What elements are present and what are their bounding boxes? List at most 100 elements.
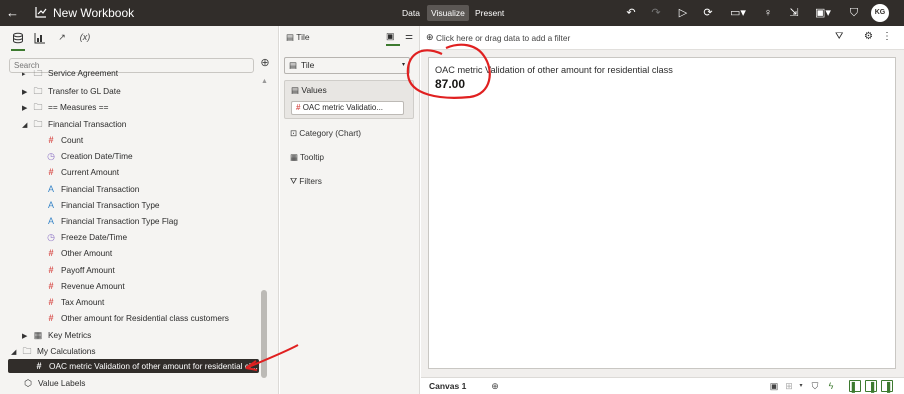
tree-folder-my-calculations[interactable]: ◢ 🗀 My Calculations bbox=[11, 344, 96, 358]
values-icon: ▤ bbox=[291, 85, 300, 95]
tree-folder-measures[interactable]: ▶ 🗀 == Measures == bbox=[22, 100, 108, 114]
filter-icon: ⛛ bbox=[290, 176, 297, 186]
tree-folder-truncated[interactable]: ▸ 🗀 Service Agreement bbox=[22, 70, 118, 78]
metric-title: OAC metric Validation of other amount fo… bbox=[435, 65, 673, 75]
tree-field-label: Other amount for Residential class custo… bbox=[61, 313, 229, 324]
tree-field-label: Other Amount bbox=[61, 248, 113, 259]
tree-field-label: Financial Transaction bbox=[61, 183, 140, 194]
date-time-icon: ◷ bbox=[47, 151, 55, 162]
tile-header: ▤ Tile bbox=[286, 32, 310, 42]
viz-type-icon[interactable]: ▣ bbox=[386, 31, 395, 42]
tile-viz-icon: ▤ bbox=[286, 32, 295, 42]
bookmark-icon[interactable]: ⛉ bbox=[846, 5, 862, 21]
tree-field-label: Freeze Date/Time bbox=[61, 232, 128, 243]
mode-visualize-tab[interactable]: Visualize bbox=[427, 5, 469, 21]
top-bar: ← New Workbook Data Visualize Present ↶ … bbox=[0, 0, 904, 26]
tree-field-item[interactable]: ◷ Freeze Date/Time bbox=[45, 230, 127, 244]
values-chip[interactable]: # OAC metric Validatio... bbox=[291, 101, 404, 115]
tooltip-drop-zone[interactable]: ▦ Tooltip bbox=[290, 152, 324, 164]
tag-icon: ⬡ bbox=[24, 378, 32, 388]
tree-folder-transfer[interactable]: ▶ 🗀 Transfer to GL Date bbox=[22, 84, 121, 98]
undo-icon[interactable]: ↶ bbox=[623, 5, 639, 21]
canvas-tab[interactable]: Canvas 1 bbox=[429, 381, 466, 391]
data-icon[interactable] bbox=[11, 32, 25, 51]
panel-left-icon[interactable]: ▌ bbox=[849, 380, 861, 392]
tree-field-item[interactable]: ◷ Creation Date/Time bbox=[45, 149, 133, 163]
avatar[interactable]: KG bbox=[871, 4, 889, 22]
expand-caret-icon[interactable]: ▶ bbox=[22, 102, 32, 116]
measure-icon: # bbox=[48, 135, 54, 145]
add-data-icon[interactable]: ⊕ bbox=[259, 58, 271, 70]
folder-icon: 🗀 bbox=[22, 346, 32, 356]
filter-placeholder[interactable]: Click here or drag data to add a filter bbox=[436, 33, 570, 43]
auto-layout-icon[interactable]: ▣ bbox=[768, 380, 780, 392]
tree-field-label: Tax Amount bbox=[61, 297, 105, 307]
redo-icon[interactable]: ↷ bbox=[648, 5, 664, 21]
category-drop-zone[interactable]: ⊡ Category (Chart) bbox=[290, 128, 361, 140]
tree-field-item[interactable]: # Other Amount bbox=[45, 246, 112, 260]
selected-calculation-row[interactable]: # OAC metric Validation of other amount f… bbox=[8, 359, 259, 373]
mode-data-tab[interactable]: Data bbox=[398, 5, 424, 21]
panel-middle-icon[interactable]: ▐ bbox=[865, 380, 877, 392]
filter-settings-icon[interactable]: ⛛ bbox=[835, 31, 843, 42]
filters-drop-zone[interactable]: ⛛ Filters bbox=[290, 176, 322, 188]
tooltip-icon: ▦ bbox=[290, 152, 298, 162]
properties-icon[interactable]: ⚌ bbox=[405, 31, 413, 42]
scroll-up-icon[interactable]: ▲ bbox=[261, 78, 268, 85]
workbook-title[interactable]: New Workbook bbox=[53, 6, 134, 20]
tree-field-item[interactable]: # Payoff Amount bbox=[45, 263, 114, 277]
grammar-panel: ▤ Tile ▣ ⚌ ▤ Tile ▾ ▤ Values # OAC metri… bbox=[280, 26, 420, 394]
shield-icon[interactable]: ⛉ bbox=[809, 380, 821, 392]
tree-field-item[interactable]: A Financial Transaction Type Flag bbox=[45, 214, 178, 228]
tree-field-item[interactable]: # Revenue Amount bbox=[45, 279, 124, 293]
tree-field-item[interactable]: # Other amount for Residential class cust… bbox=[45, 311, 229, 325]
tree-folder-financial-transaction[interactable]: ◢ 🗀 Financial Transaction bbox=[22, 117, 126, 131]
tree-folder-key-metrics[interactable]: ▶ ▦ Key Metrics bbox=[22, 328, 91, 342]
viz-type-select[interactable]: ▤ Tile ▾ bbox=[284, 57, 410, 74]
tree-field-item[interactable]: # Count bbox=[45, 133, 83, 147]
attribute-icon: A bbox=[47, 199, 54, 210]
metric-value: 87.00 bbox=[435, 77, 466, 91]
grid-icon[interactable]: ⊞ bbox=[783, 380, 795, 392]
tree-item-value-labels[interactable]: ⬡ Value Labels bbox=[22, 376, 85, 390]
workbook-icon bbox=[35, 7, 47, 18]
expand-caret-icon[interactable]: ▶ bbox=[22, 86, 32, 100]
save-icon[interactable]: ▣▾ bbox=[812, 5, 834, 21]
add-filter-icon[interactable]: ⊕ bbox=[426, 32, 434, 43]
tree-field-item[interactable]: A Financial Transaction Type bbox=[45, 198, 160, 212]
folder-icon: 🗀 bbox=[33, 102, 43, 112]
tree-field-item[interactable]: A Financial Transaction bbox=[45, 182, 139, 196]
canvas-bar: Canvas 1 ⊕ ▣ ⊞ ▾ ⛉ ϟ ▌ ▐ ▐ bbox=[421, 377, 904, 394]
back-arrow-icon[interactable]: ← bbox=[6, 5, 19, 20]
analytics-icon[interactable]: ↗ bbox=[55, 32, 69, 46]
tree-field-label: Financial Transaction Type bbox=[61, 199, 160, 210]
attribute-icon: A bbox=[47, 216, 54, 226]
more-options-icon[interactable]: ⋮ bbox=[882, 31, 892, 42]
values-drop-zone[interactable]: ▤ Values # OAC metric Validatio... bbox=[284, 80, 414, 119]
lightning-icon[interactable]: ϟ bbox=[825, 380, 837, 392]
key-metrics-folder-icon: ▦ bbox=[33, 330, 43, 340]
mode-present-tab[interactable]: Present bbox=[471, 5, 508, 21]
canvas-settings-icon[interactable]: ⚙ bbox=[864, 31, 873, 42]
collapse-caret-icon[interactable]: ◢ bbox=[22, 119, 32, 133]
tree-field-label: Creation Date/Time bbox=[61, 151, 133, 162]
expand-caret-icon[interactable]: ▶ bbox=[22, 330, 32, 344]
add-canvas-icon[interactable]: ⊕ bbox=[489, 380, 501, 392]
measure-icon: # bbox=[48, 167, 54, 178]
tree-field-item[interactable]: # Tax Amount bbox=[45, 295, 104, 309]
insights-icon[interactable]: ♀ bbox=[760, 5, 776, 21]
tile-icon: ▤ bbox=[289, 60, 298, 70]
present-options-icon[interactable]: ▭▾ bbox=[727, 5, 749, 21]
export-icon[interactable]: ⇲ bbox=[786, 5, 802, 21]
panel-right-icon[interactable]: ▐ bbox=[881, 380, 893, 392]
scrollbar[interactable] bbox=[261, 290, 267, 378]
chevron-down-icon[interactable]: ▾ bbox=[795, 380, 807, 392]
visualizations-icon[interactable] bbox=[33, 32, 47, 46]
play-icon[interactable]: ▷ bbox=[675, 5, 691, 21]
filter-bar[interactable]: ⊕ Click here or drag data to add a filte… bbox=[421, 26, 904, 50]
refresh-data-icon[interactable]: ⟳ bbox=[700, 5, 716, 21]
tile-visualization[interactable] bbox=[428, 57, 896, 369]
tree-field-item[interactable]: # Current Amount bbox=[45, 165, 119, 179]
collapse-caret-icon[interactable]: ◢ bbox=[11, 346, 21, 360]
calculations-icon[interactable]: (x) bbox=[77, 32, 93, 46]
